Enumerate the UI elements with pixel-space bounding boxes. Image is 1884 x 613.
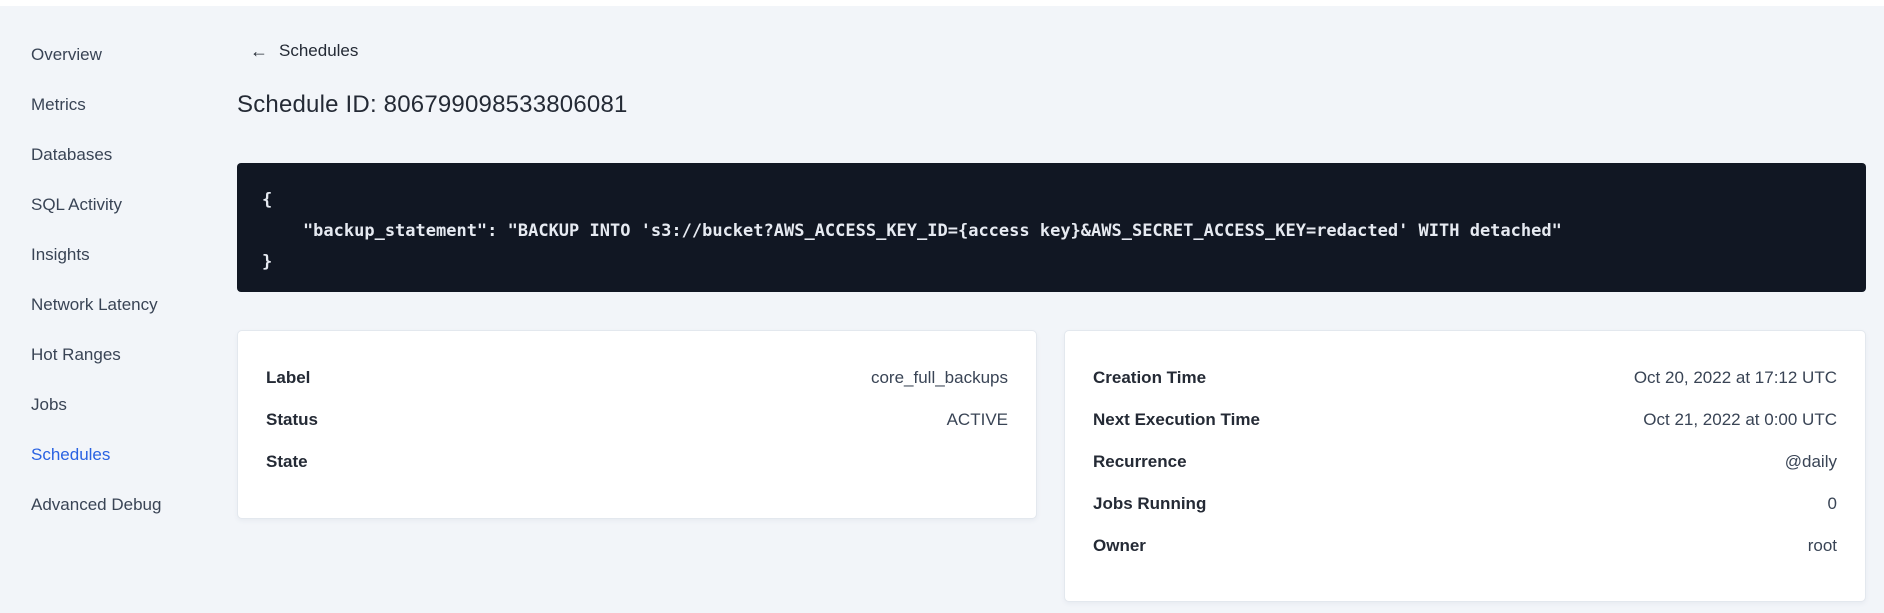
code-line: } [262,252,273,272]
row-label: Label [266,368,311,387]
top-strip [0,0,1884,6]
row-value: 0 [1827,494,1837,513]
row-label: Creation Time [1093,368,1207,387]
row-label: State [266,452,308,471]
sidebar-item-sql-activity[interactable]: SQL Activity [0,180,237,230]
sidebar-item-overview[interactable]: Overview [0,30,237,80]
sidebar-item-network-latency[interactable]: Network Latency [0,280,237,330]
row-value: @daily [1784,452,1837,471]
sidebar-item-schedules[interactable]: Schedules [0,430,237,480]
sidebar-item-metrics[interactable]: Metrics [0,80,237,130]
row-label: Status [266,410,318,429]
sidebar-item-jobs[interactable]: Jobs [0,380,237,430]
sidebar: Overview Metrics Databases SQL Activity … [0,0,237,613]
back-to-schedules-link[interactable]: ← Schedules [250,41,358,61]
row-value: root [1807,536,1837,555]
sidebar-item-hot-ranges[interactable]: Hot Ranges [0,330,237,380]
table-row: Label core_full_backups [266,357,1008,399]
sidebar-item-advanced-debug[interactable]: Advanced Debug [0,480,237,530]
row-value: Oct 20, 2022 at 17:12 UTC [1633,368,1837,387]
schedule-definition-code-block: { "backup_statement": "BACKUP INTO 's3:/… [237,163,1866,292]
row-label: Jobs Running [1093,494,1207,513]
row-value: ACTIVE [946,410,1008,429]
table-row: Next Execution Time Oct 21, 2022 at 0:00… [1093,399,1837,441]
row-value: core_full_backups [870,368,1008,387]
table-row: Jobs Running 0 [1093,483,1837,525]
back-link-label: Schedules [279,41,359,60]
page-title: Schedule ID: 806799098533806081 [237,91,628,118]
row-label: Owner [1093,536,1146,555]
table-row: Status ACTIVE [266,399,1008,441]
table-row: State [266,441,1008,483]
schedule-details-card: Label core_full_backups Status ACTIVE St… [237,330,1037,519]
back-arrow-icon: ← [250,41,268,61]
schedule-timing-card: Creation Time Oct 20, 2022 at 17:12 UTC … [1064,330,1866,602]
row-label: Next Execution Time [1093,410,1260,429]
sidebar-item-databases[interactable]: Databases [0,130,237,180]
table-row: Recurrence @daily [1093,441,1837,483]
code-line: "backup_statement": "BACKUP INTO 's3://b… [262,221,1562,241]
sidebar-item-insights[interactable]: Insights [0,230,237,280]
table-row: Owner root [1093,525,1837,567]
row-label: Recurrence [1093,452,1187,471]
table-row: Creation Time Oct 20, 2022 at 17:12 UTC [1093,357,1837,399]
row-value: Oct 21, 2022 at 0:00 UTC [1643,410,1837,429]
code-line: { [262,190,273,210]
